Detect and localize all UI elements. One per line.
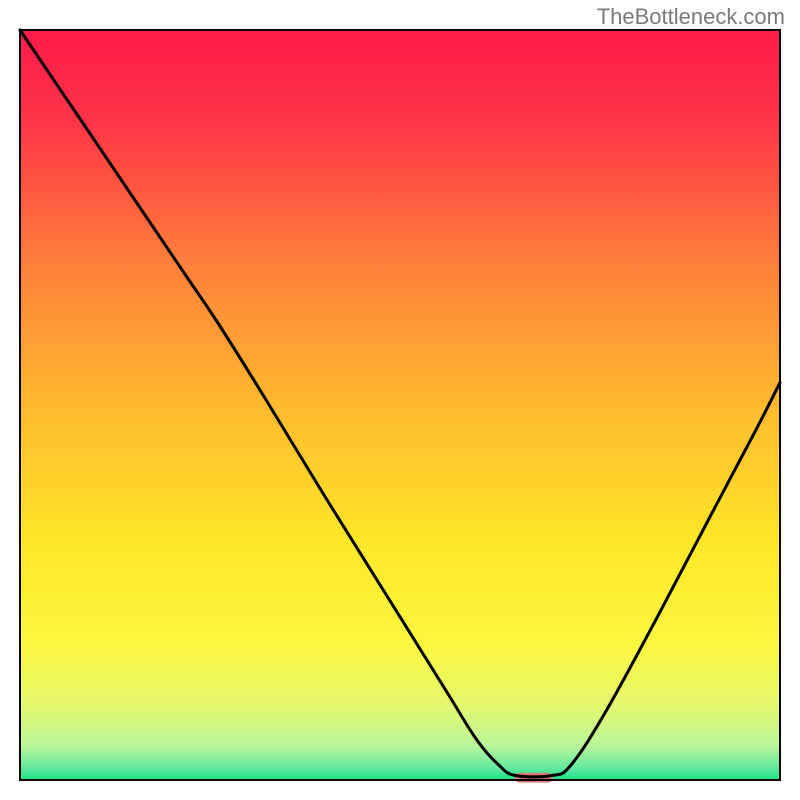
bottleneck-chart xyxy=(0,0,800,800)
watermark-text: TheBottleneck.com xyxy=(597,4,785,30)
chart-container: TheBottleneck.com xyxy=(0,0,800,800)
gradient-background xyxy=(20,30,780,780)
